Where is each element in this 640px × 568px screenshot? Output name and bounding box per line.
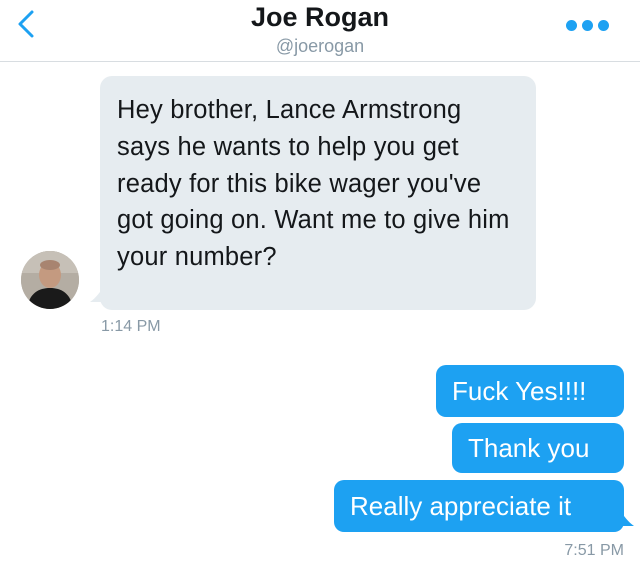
sent-timestamp: 7:51 PM <box>564 542 624 559</box>
more-horizontal-icon <box>582 19 593 31</box>
more-options-button[interactable] <box>566 18 610 32</box>
avatar[interactable] <box>21 251 79 309</box>
sent-message-text: Really appreciate it <box>350 491 572 521</box>
conversation-header: Joe Rogan @joerogan <box>0 0 640 62</box>
received-message-bubble[interactable]: Hey brother, Lance Armstrong says he wan… <box>90 76 536 310</box>
avatar-image <box>21 251 79 309</box>
more-horizontal-icon <box>566 19 577 31</box>
contact-name: Joe Rogan <box>250 2 390 32</box>
sent-message-text: Fuck Yes!!!! <box>452 376 587 406</box>
received-timestamp: 1:14 PM <box>101 318 161 335</box>
sent-message-text: Thank you <box>468 433 590 463</box>
sent-message-bubble[interactable]: Really appreciate it <box>334 480 634 532</box>
received-message-text: Hey brother, Lance Armstrong says he wan… <box>117 96 510 272</box>
bubble-tail <box>90 284 106 302</box>
more-horizontal-icon <box>598 19 609 31</box>
conversation-title: Joe Rogan @joerogan <box>0 2 640 58</box>
bubble-tail <box>618 508 634 526</box>
sent-message-bubble[interactable]: Fuck Yes!!!! <box>436 365 624 417</box>
contact-handle: @joerogan <box>275 36 365 56</box>
sent-message-bubble[interactable]: Thank you <box>452 423 624 473</box>
